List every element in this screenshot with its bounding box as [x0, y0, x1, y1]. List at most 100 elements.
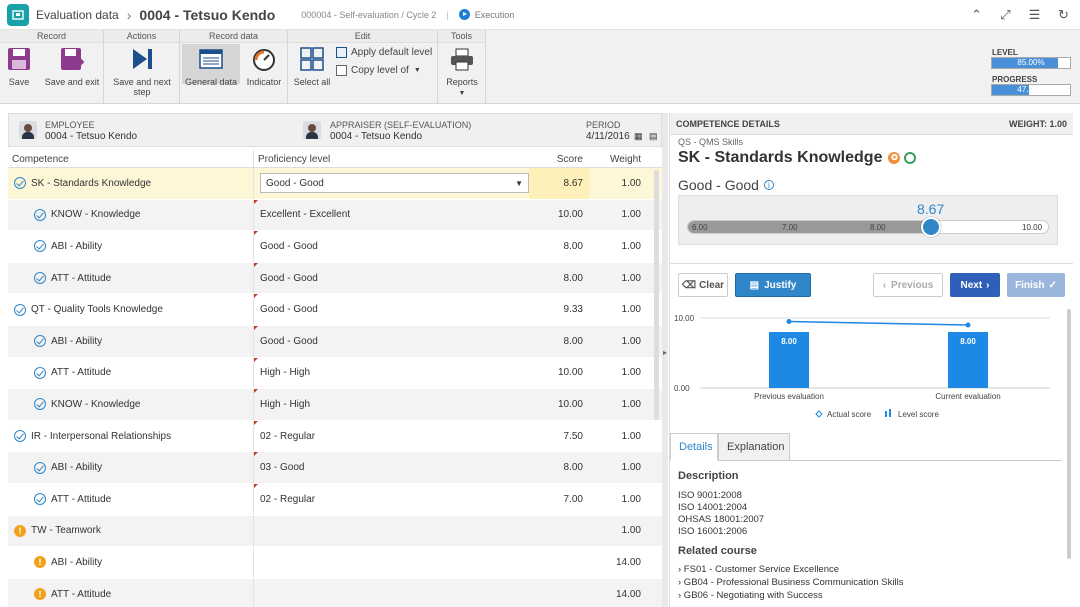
proficiency-cell[interactable]: 03 - Good: [253, 452, 529, 483]
table-row[interactable]: ! ABI - Ability 14.00: [8, 547, 662, 579]
course-link[interactable]: › GB04 - Professional Business Communica…: [678, 577, 903, 588]
competence-cell: ABI - Ability: [8, 231, 253, 262]
competence-cell: ! ATT - Attitude: [8, 579, 253, 607]
check-circle-icon: [14, 430, 26, 443]
description-line: ISO 9001:2008: [678, 490, 742, 501]
score-slider-box: 8.67 6.00 7.00 8.00 10.00: [678, 195, 1058, 245]
table-row[interactable]: SK - Standards Knowledge Good - Good ▼ 8.67…: [8, 168, 662, 200]
course-link[interactable]: › FS01 - Customer Service Excellence: [678, 564, 839, 575]
description-title: Description: [678, 470, 739, 482]
weight-cell: 1.00: [621, 367, 641, 379]
competence-label: ABI - Ability: [51, 240, 103, 252]
splitter-arrow-icon[interactable]: ▸: [663, 348, 667, 362]
proficiency-cell[interactable]: Good - Good: [253, 294, 529, 325]
tab-details[interactable]: Details: [670, 433, 718, 461]
legend-actual-label: Actual score: [827, 410, 872, 419]
table-row[interactable]: QT - Quality Tools Knowledge Good - Good 9…: [8, 294, 662, 326]
weight-cell: 1.00: [621, 462, 641, 474]
clear-button[interactable]: ⌫ Clear: [678, 273, 728, 297]
list-icon[interactable]: ☰: [1026, 6, 1043, 23]
gauge-icon: [251, 46, 277, 72]
calendar-icon[interactable]: ▦: [634, 131, 643, 142]
actual-score-point: [965, 322, 971, 328]
table-row[interactable]: KNOW - Knowledge High - High 10.00 1.00: [8, 389, 662, 421]
proficiency-cell[interactable]: High - High: [253, 357, 529, 389]
save-and-exit-button[interactable]: Save and exit: [44, 46, 100, 87]
course-link[interactable]: › GB06 - Negotiating with Success: [678, 590, 823, 601]
table-row[interactable]: ! TW - Teamwork 1.00: [8, 515, 662, 548]
proficiency-select[interactable]: Good - Good ▼: [260, 173, 529, 194]
proficiency-cell[interactable]: [253, 515, 529, 547]
table-row[interactable]: ABI - Ability 03 - Good 8.00 1.00: [8, 452, 662, 484]
copy-level-of-button[interactable]: Copy level of ▼: [336, 65, 421, 76]
refresh-icon[interactable]: ↻: [1055, 6, 1072, 23]
employee-avatar: [19, 121, 37, 139]
fullscreen-icon[interactable]: ⤢: [997, 6, 1014, 23]
table-row[interactable]: IR - Interpersonal Relationships 02 - Reg…: [8, 420, 662, 453]
table-row[interactable]: ATT - Attitude Good - Good 8.00 1.00: [8, 262, 662, 295]
save-button[interactable]: Save: [4, 46, 34, 87]
select-all-button[interactable]: Select all: [292, 46, 332, 87]
finish-button[interactable]: Finish ✓: [1007, 273, 1065, 297]
info-icon[interactable]: i: [763, 180, 774, 190]
apply-default-level-button[interactable]: Apply default level: [336, 47, 432, 58]
column-weight[interactable]: Weight: [589, 150, 649, 167]
warning-icon: !: [34, 588, 46, 601]
proficiency-cell[interactable]: [253, 547, 529, 578]
proficiency-cell[interactable]: Excellent - Excellent: [253, 199, 529, 231]
score-cell: [529, 579, 589, 607]
save-icon: [6, 46, 32, 72]
check-circle-icon: [34, 335, 46, 348]
table-row[interactable]: ABI - Ability Good - Good 8.00 1.00: [8, 231, 662, 263]
previous-button[interactable]: ‹ Previous: [873, 273, 943, 297]
score-cell: 8.00: [563, 240, 583, 252]
employee-label: EMPLOYEE: [45, 120, 95, 130]
comment-icon[interactable]: ▤: [649, 131, 658, 142]
star-badge-icon: ✪: [888, 152, 901, 164]
grid-scrollbar[interactable]: [654, 170, 659, 420]
proficiency-cell[interactable]: Good - Good: [253, 231, 529, 262]
description-line: OHSAS 18001:2007: [678, 514, 765, 525]
competence-label: ATT - Attitude: [51, 493, 112, 505]
tab-explanation[interactable]: Explanation: [718, 433, 790, 461]
save-and-next-step-button[interactable]: Save and next step: [110, 46, 174, 97]
bar-data-label: 8.00: [781, 337, 797, 346]
reports-button[interactable]: Reports ▼: [444, 46, 480, 99]
next-button[interactable]: Next ›: [950, 273, 1000, 297]
column-proficiency-level[interactable]: Proficiency level: [253, 150, 529, 167]
proficiency-cell[interactable]: Good - Good ▼: [253, 168, 529, 199]
proficiency-cell[interactable]: 02 - Regular: [253, 420, 529, 452]
score-cell: 10.00: [557, 398, 583, 410]
record-subtitle: 000004 - Self-evaluation / Cycle 2: [301, 9, 437, 20]
general-data-button[interactable]: General data: [182, 44, 240, 87]
table-row[interactable]: ATT - Attitude High - High 10.00 1.00: [8, 357, 662, 390]
score-cell: 7.00: [563, 493, 583, 505]
score-slider[interactable]: 6.00 7.00 8.00 10.00: [687, 217, 1049, 237]
apply-icon: [336, 47, 347, 58]
indicator-button[interactable]: Indicator: [244, 46, 284, 87]
table-row[interactable]: ABI - Ability Good - Good 8.00 1.00: [8, 325, 662, 358]
details-header-label: COMPETENCE DETAILS: [676, 118, 780, 129]
check-circle-icon: [34, 208, 46, 221]
collapse-icon[interactable]: ⌃: [968, 6, 985, 23]
competence-label: ATT - Attitude: [51, 367, 112, 379]
top-bar: Evaluation data › 0004 - Tetsuo Kendo 00…: [0, 0, 1080, 30]
proficiency-cell[interactable]: Good - Good: [253, 262, 529, 294]
details-scrollbar[interactable]: [1067, 309, 1071, 559]
proficiency-cell[interactable]: [253, 578, 529, 607]
proficiency-cell[interactable]: 02 - Regular: [253, 483, 529, 515]
score-cell: 10.00: [557, 367, 583, 379]
justify-button[interactable]: ▤ Justify: [735, 273, 811, 297]
status-execution: Execution: [458, 9, 514, 20]
proficiency-label: Good - Good: [260, 304, 318, 316]
proficiency-cell[interactable]: Good - Good: [253, 325, 529, 357]
table-row[interactable]: ! ATT - Attitude 14.00: [8, 578, 662, 607]
proficiency-cell[interactable]: High - High: [253, 389, 529, 420]
competence-cell: ! TW - Teamwork: [8, 516, 253, 547]
column-competence[interactable]: Competence: [8, 150, 253, 167]
table-row[interactable]: ATT - Attitude 02 - Regular 7.00 1.00: [8, 483, 662, 516]
score-cell: 9.33: [563, 304, 583, 316]
column-score[interactable]: Score: [529, 150, 589, 167]
table-row[interactable]: KNOW - Knowledge Excellent - Excellent 10.…: [8, 199, 662, 232]
slider-thumb[interactable]: [921, 217, 941, 237]
